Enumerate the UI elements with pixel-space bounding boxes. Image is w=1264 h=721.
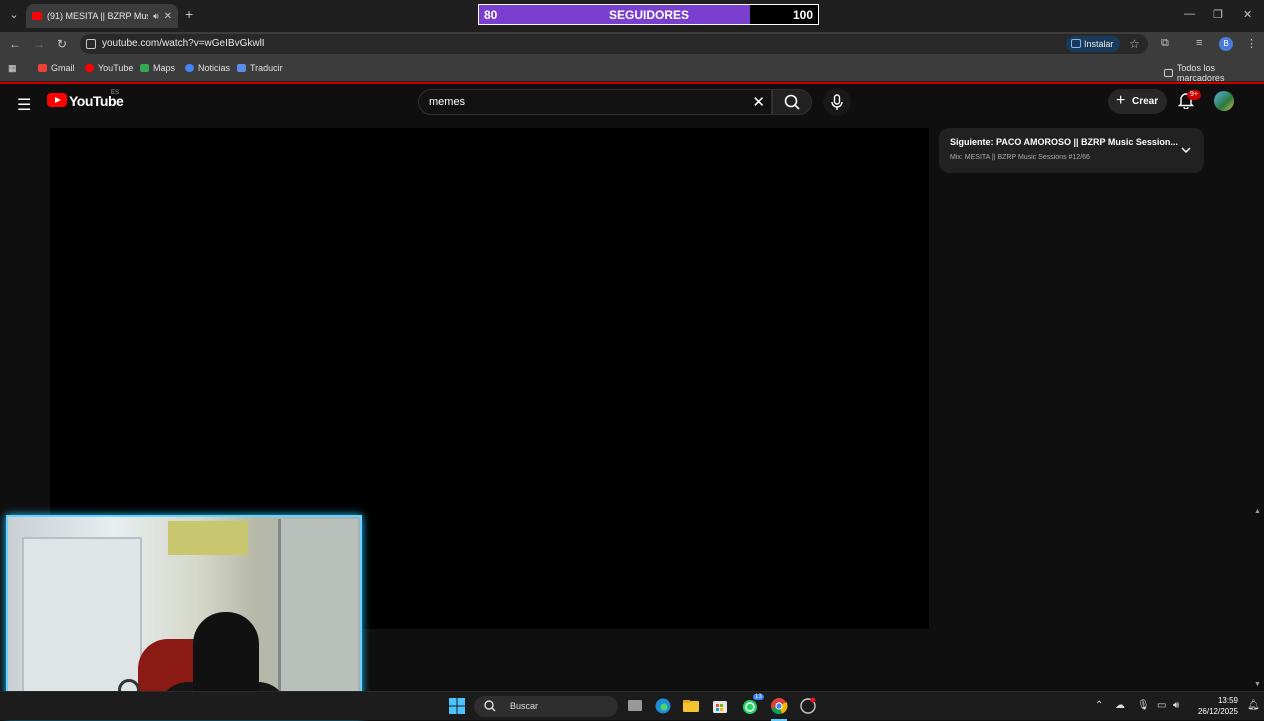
followers-current: 80 — [484, 8, 498, 22]
system-clock[interactable]: 13:59 26/12/2025 — [1192, 695, 1238, 717]
cloud-sync-icon[interactable]: ☁ — [1115, 700, 1125, 711]
media-controls-icon[interactable]: ≡ — [1196, 37, 1202, 49]
up-next-subtitle: Mix: MESITA || BZRP Music Sessions #12/6… — [950, 154, 1090, 161]
obs-record-icon[interactable] — [799, 697, 817, 715]
windows-taskbar: Buscar 13 ⌃ ☁ 🎙︎ ▭ 🔊︎ 13:59 26/12/2025 🔔… — [0, 691, 1264, 721]
webcam-yellow-object — [168, 521, 248, 555]
bookmark-noticias[interactable]: Noticias — [185, 63, 230, 73]
tab-search-chevron-icon[interactable]: ⌄ — [6, 7, 22, 23]
clock-time: 13:59 — [1217, 696, 1238, 705]
folder-icon — [1164, 69, 1173, 77]
microphone-tray-icon[interactable]: 🎙︎ — [1137, 700, 1150, 711]
clear-search-icon[interactable]: ✕ — [752, 93, 765, 111]
file-explorer-icon[interactable] — [682, 697, 700, 715]
scroll-up-icon[interactable]: ▲ — [1254, 508, 1261, 515]
install-label: Instalar — [1084, 39, 1114, 49]
reload-icon[interactable]: ↻ — [57, 37, 67, 51]
show-hidden-icons-chevron-icon[interactable]: ⌃ — [1095, 700, 1103, 711]
create-label: Crear — [1132, 96, 1159, 107]
webcam-window — [278, 519, 358, 715]
browser-menu-icon[interactable]: ⋮ — [1246, 37, 1257, 50]
plus-icon: + — [1116, 92, 1126, 109]
up-next-panel[interactable]: Siguiente: PACO AMOROSO || BZRP Music Se… — [939, 128, 1204, 173]
new-tab-plus-icon[interactable]: + — [185, 6, 193, 22]
create-button[interactable]: + Crear — [1108, 89, 1167, 114]
all-bookmarks[interactable]: Todos los marcadores — [1164, 63, 1264, 83]
translate-icon — [237, 64, 246, 72]
search-query[interactable]: memes — [429, 96, 465, 108]
store-icon[interactable] — [711, 697, 729, 715]
search-icon — [784, 94, 800, 110]
tab-youtube-video[interactable]: (91) MESITA || BZRP Music Sessions #12/6… — [26, 4, 178, 28]
gmail-icon — [38, 64, 47, 72]
browser-tab-strip: ⌄ (91) MESITA || BZRP Music Sessions #12… — [0, 0, 1264, 32]
taskbar-search[interactable]: Buscar — [474, 696, 618, 717]
search-input[interactable]: memes ✕ — [418, 89, 772, 115]
profile-avatar[interactable]: B — [1219, 37, 1233, 51]
bookmark-maps[interactable]: Maps — [140, 63, 175, 73]
close-tab-icon[interactable]: ✕ — [164, 11, 172, 22]
followers-goal-bar: SEGUIDORES 80 100 — [478, 4, 819, 25]
bookmark-youtube[interactable]: YouTube — [85, 63, 133, 73]
network-icon[interactable]: ▭ — [1157, 700, 1166, 711]
followers-label: SEGUIDORES — [608, 8, 689, 22]
task-view-icon[interactable] — [626, 697, 644, 715]
youtube-favicon-icon — [32, 12, 42, 20]
address-toolbar: ← → ↻ youtube.com/watch?v=wGeIBvGkwlI In… — [0, 32, 1264, 56]
omnibox[interactable]: youtube.com/watch?v=wGeIBvGkwlI Instalar… — [80, 34, 1148, 54]
search-button[interactable] — [772, 89, 812, 115]
edge-icon[interactable] — [654, 697, 672, 715]
speaker-icon[interactable]: 🔊︎ — [153, 11, 159, 22]
voice-search-button[interactable] — [823, 88, 851, 116]
news-icon — [185, 64, 194, 72]
windows-start-icon[interactable] — [448, 697, 466, 715]
install-icon — [1071, 39, 1081, 48]
minimize-icon[interactable]: — — [1184, 8, 1195, 20]
guide-menu-icon[interactable]: ☰ — [17, 95, 31, 115]
bookmark-traducir[interactable]: Traducir — [237, 63, 283, 73]
forward-arrow-icon[interactable]: → — [33, 37, 45, 51]
restore-icon[interactable]: ❐ — [1213, 8, 1223, 21]
youtube-masthead: ☰ YouTube ES memes ✕ + Crear 9+ — [0, 84, 1264, 120]
chrome-icon[interactable] — [770, 697, 788, 715]
whatsapp-badge: 13 — [753, 694, 764, 700]
apps-grid-icon[interactable]: ▦ — [8, 63, 17, 74]
bookmark-gmail[interactable]: Gmail — [38, 63, 75, 73]
notification-badge: 9+ — [1187, 90, 1201, 100]
youtube-logo-icon[interactable] — [47, 93, 67, 107]
back-arrow-icon[interactable]: ← — [9, 37, 21, 51]
close-window-icon[interactable]: ✕ — [1243, 8, 1252, 21]
url-text[interactable]: youtube.com/watch?v=wGeIBvGkwlI — [102, 38, 265, 49]
account-avatar[interactable] — [1214, 91, 1234, 111]
webcam-overlay — [6, 515, 362, 718]
site-info-icon[interactable] — [86, 39, 96, 49]
country-code: ES — [111, 90, 120, 96]
bookmark-star-icon[interactable]: ☆ — [1129, 37, 1140, 51]
taskbar-search-label: Buscar — [510, 701, 539, 711]
search-icon — [484, 700, 496, 712]
up-next-title: Siguiente: PACO AMOROSO || BZRP Music Se… — [950, 137, 1178, 147]
clock-date: 26/12/2025 — [1197, 707, 1238, 716]
microphone-icon — [831, 94, 843, 110]
maps-icon — [140, 64, 149, 72]
volume-icon[interactable]: 🔊︎ — [1173, 700, 1179, 711]
scroll-down-icon[interactable]: ▼ — [1254, 681, 1261, 688]
followers-goal: 100 — [792, 8, 813, 22]
notifications-icon[interactable]: 🔔︎ — [1247, 700, 1260, 711]
tab-title: (91) MESITA || BZRP Music Sessions #12/6… — [47, 11, 148, 21]
youtube-icon — [85, 64, 94, 72]
bookmarks-bar: ▦ Gmail YouTube Maps Noticias Traducir T… — [0, 56, 1264, 83]
chevron-down-icon[interactable] — [1180, 144, 1192, 156]
extensions-icon[interactable]: ⧉ — [1161, 37, 1169, 50]
install-app-button[interactable]: Instalar — [1066, 36, 1120, 52]
